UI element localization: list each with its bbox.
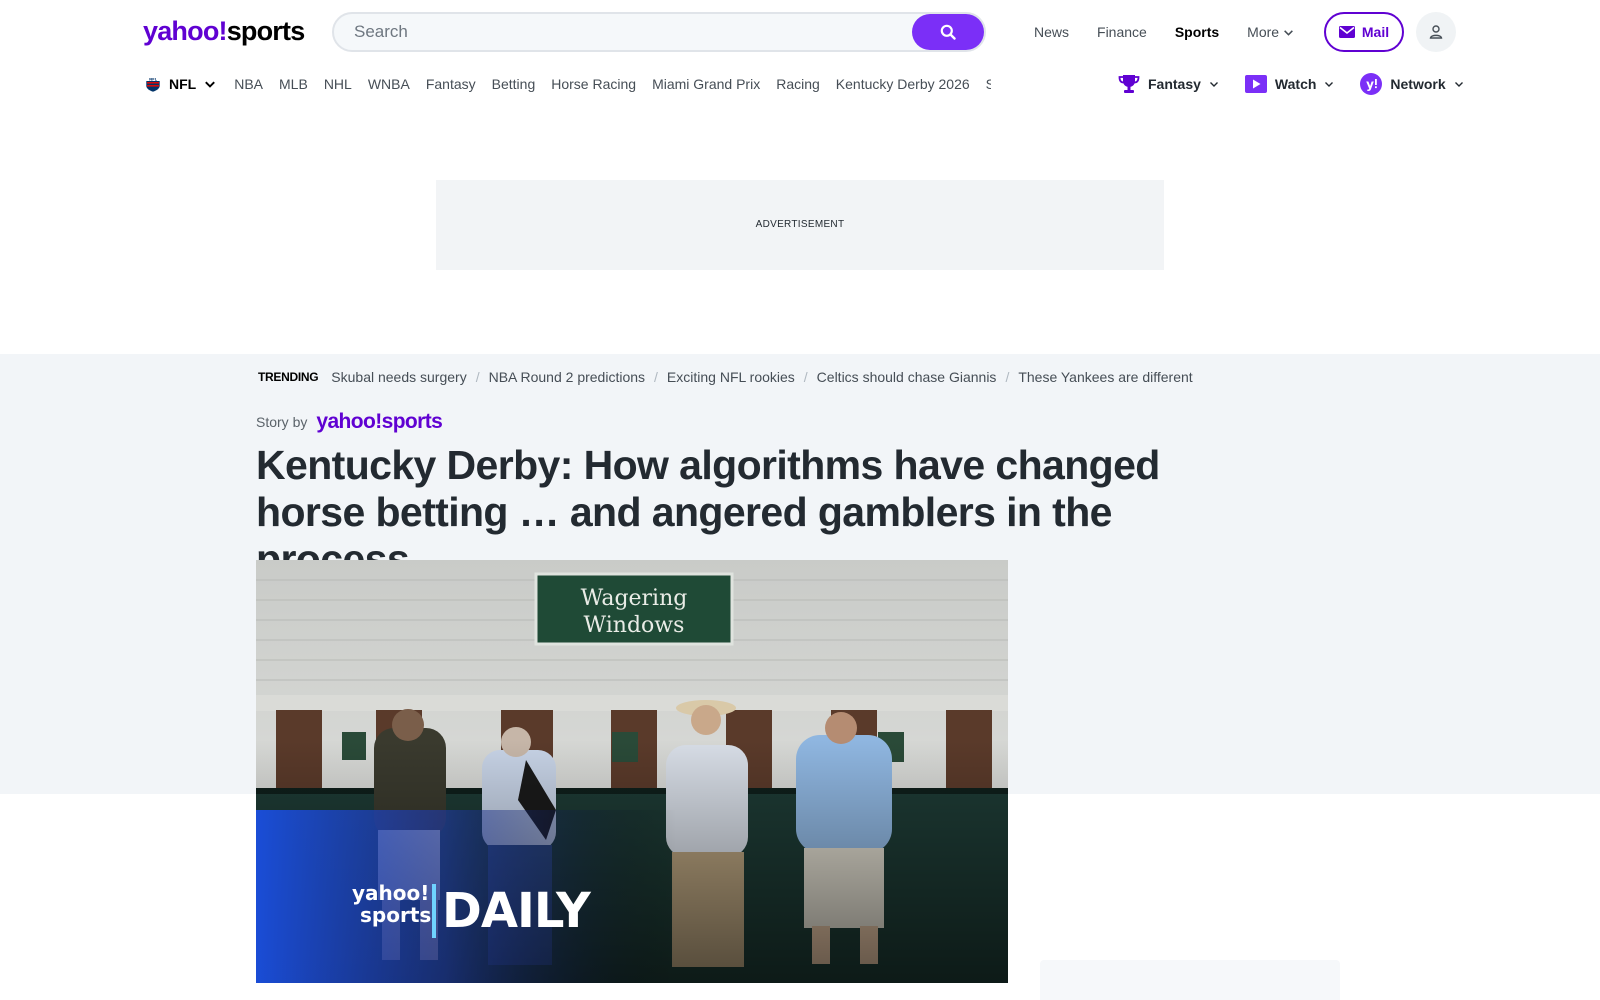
site-header: yahoo!sports News Finance Sports More Ma… [0, 0, 1600, 120]
trending-link[interactable]: These Yankees are different [1018, 369, 1192, 385]
fantasy-menu-label: Fantasy [1148, 76, 1201, 92]
trophy-icon [1118, 75, 1140, 93]
topnav-finance[interactable]: Finance [1097, 24, 1147, 40]
search-icon [940, 24, 956, 40]
trending-divider: / [1005, 369, 1010, 385]
chevron-down-icon [205, 81, 216, 88]
search-bar [332, 12, 986, 52]
sidebar-module [1040, 960, 1340, 1000]
mail-button[interactable]: Mail [1324, 12, 1404, 52]
trending-divider: / [803, 369, 808, 385]
mail-label: Mail [1361, 24, 1390, 40]
chevron-down-icon [1325, 82, 1334, 87]
subnav-mlb[interactable]: MLB [279, 76, 308, 92]
svg-text:NFL: NFL [149, 77, 157, 81]
subnav-nfl[interactable]: NFL NFL [145, 75, 216, 93]
mail-icon [1338, 26, 1355, 38]
sign-text-line1: Wagering [581, 586, 688, 611]
subnav-wnba[interactable]: WNBA [368, 76, 410, 92]
chevron-down-icon [1454, 82, 1463, 87]
subnav-miami-grand-prix[interactable]: Miami Grand Prix [652, 76, 760, 92]
sports-subnav: NFL NFL NBA MLB NHL WNBA Fantasy Betting… [145, 72, 991, 96]
subnav-horse-racing[interactable]: Horse Racing [551, 76, 636, 92]
search-input[interactable] [354, 14, 894, 50]
subnav-nhl[interactable]: NHL [324, 76, 352, 92]
article-hero-video[interactable]: Wagering Windows yahoo! sports DAILY [256, 560, 1008, 983]
yahoo-sports-logo[interactable]: yahoo! sports [143, 16, 305, 46]
search-button[interactable] [912, 14, 984, 50]
sign-text-line2: Windows [584, 613, 685, 638]
trending-link[interactable]: Skubal needs surgery [331, 369, 466, 385]
user-icon [1429, 25, 1443, 39]
topnav-news[interactable]: News [1034, 24, 1069, 40]
chevron-down-icon [1284, 29, 1293, 36]
trending-divider: / [654, 369, 658, 385]
play-icon [1244, 75, 1267, 93]
advertisement-label: ADVERTISEMENT [755, 219, 845, 230]
trending-link[interactable]: Exciting NFL rookies [667, 369, 795, 385]
advertisement-slot[interactable]: ADVERTISEMENT [436, 180, 1164, 270]
watch-menu-label: Watch [1274, 76, 1317, 92]
watch-menu[interactable]: Watch [1244, 74, 1334, 94]
trending-label: TRENDING [258, 370, 319, 384]
chevron-down-icon [1209, 82, 1218, 87]
overlay-brand-bottom: sports [360, 903, 431, 927]
trending-divider: / [475, 369, 480, 385]
nfl-shield-icon: NFL [145, 76, 161, 93]
overlay-brand-top: yahoo! [352, 881, 429, 905]
right-nav: Fantasy Watch y Network [1118, 72, 1464, 96]
subnav-kentucky-derby-2026[interactable]: Kentucky Derby 2026 [836, 76, 970, 92]
subnav-fantasy[interactable]: Fantasy [426, 76, 476, 92]
trending-link[interactable]: Celtics should chase Giannis [817, 369, 997, 385]
subnav-nfl-label: NFL [169, 76, 197, 92]
profile-button[interactable] [1416, 12, 1456, 52]
subnav-nba[interactable]: NBA [234, 76, 263, 92]
fantasy-menu[interactable]: Fantasy [1118, 74, 1219, 94]
trending-bar: TRENDING Skubal needs surgery / NBA Roun… [258, 367, 1193, 387]
subnav-truncated-item[interactable]: S [986, 76, 991, 92]
topnav-sports[interactable]: Sports [1175, 24, 1219, 40]
subnav-betting[interactable]: Betting [492, 76, 536, 92]
top-nav: News Finance Sports More [1034, 20, 1294, 44]
network-menu[interactable]: y Network [1360, 73, 1463, 95]
topnav-more[interactable]: More [1247, 24, 1294, 40]
hero-image: Wagering Windows yahoo! sports DAILY [256, 560, 1008, 983]
topnav-more-label: More [1247, 24, 1280, 40]
story-byline: Story by yahoo!sports [256, 410, 443, 434]
story-by-label: Story by [256, 414, 308, 430]
overlay-show-title: DAILY [442, 883, 592, 939]
trending-link[interactable]: NBA Round 2 predictions [489, 369, 645, 385]
network-menu-label: Network [1390, 76, 1446, 92]
story-source-logo[interactable]: yahoo!sports [316, 410, 442, 434]
subnav-racing[interactable]: Racing [776, 76, 820, 92]
svg-text:y: y [1366, 78, 1374, 92]
yahoo-network-icon: y [1360, 73, 1383, 95]
